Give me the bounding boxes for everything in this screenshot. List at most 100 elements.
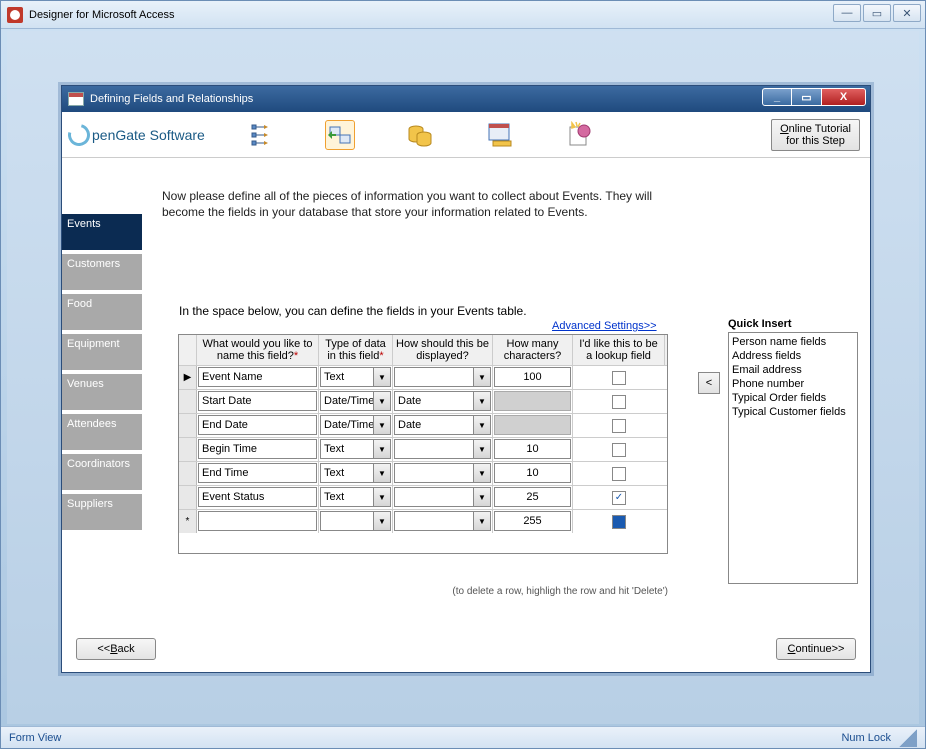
field-name-input[interactable] bbox=[198, 511, 317, 531]
chars-input[interactable] bbox=[494, 487, 571, 507]
quick-insert-item[interactable]: Email address bbox=[732, 363, 854, 377]
dialog-window: Defining Fields and Relationships _ ▭ X … bbox=[61, 85, 871, 673]
sidebar: Events Customers Food Equipment Venues Attend… bbox=[62, 214, 142, 534]
lookup-checkbox[interactable]: ✓ bbox=[612, 491, 626, 505]
outer-close-button[interactable]: ✕ bbox=[893, 4, 921, 22]
sidebar-item-suppliers[interactable]: Suppliers bbox=[62, 494, 142, 530]
grid-header: What would you like to name this field?*… bbox=[179, 335, 667, 365]
grid-row[interactable]: ▶ Text bbox=[179, 365, 667, 389]
display-select[interactable] bbox=[394, 463, 491, 483]
row-selector[interactable] bbox=[179, 414, 197, 437]
chars-input bbox=[494, 391, 571, 411]
field-name-input[interactable] bbox=[198, 415, 317, 435]
dialog-maximize-button[interactable]: ▭ bbox=[792, 88, 822, 106]
chars-input bbox=[494, 415, 571, 435]
sidebar-item-venues[interactable]: Venues bbox=[62, 374, 142, 410]
outer-body: Defining Fields and Relationships _ ▭ X … bbox=[7, 31, 919, 724]
sidebar-item-customers[interactable]: Customers bbox=[62, 254, 142, 290]
quick-insert-item[interactable]: Phone number bbox=[732, 377, 854, 391]
grid-row[interactable]: Text bbox=[179, 461, 667, 485]
chars-input[interactable] bbox=[494, 511, 571, 531]
lookup-checkbox[interactable] bbox=[612, 467, 626, 481]
quick-insert-item[interactable]: Typical Order fields bbox=[732, 391, 854, 405]
data-type-select[interactable]: Text bbox=[320, 487, 391, 507]
status-right: Num Lock bbox=[841, 732, 891, 744]
data-type-select[interactable]: Date/Time bbox=[320, 415, 391, 435]
row-selector[interactable] bbox=[179, 390, 197, 413]
toolbar-icon-4[interactable] bbox=[485, 120, 515, 150]
sidebar-item-attendees[interactable]: Attendees bbox=[62, 414, 142, 450]
outer-minimize-button[interactable]: — bbox=[833, 4, 861, 22]
sidebar-item-events[interactable]: Events bbox=[62, 214, 142, 250]
toolbar-icon-1[interactable] bbox=[245, 120, 275, 150]
quick-insert-arrow-button[interactable]: < bbox=[698, 372, 720, 394]
dialog-title-text: Defining Fields and Relationships bbox=[90, 93, 253, 105]
col-header-chars: How many characters? bbox=[493, 335, 573, 365]
row-selector[interactable] bbox=[179, 486, 197, 509]
toolbar-icon-2-selected[interactable] bbox=[325, 120, 355, 150]
toolbar: penGate Software Online Tutorialfor this… bbox=[62, 112, 870, 158]
lookup-checkbox[interactable] bbox=[612, 443, 626, 457]
chars-input[interactable] bbox=[494, 439, 571, 459]
display-select[interactable] bbox=[394, 367, 491, 387]
row-selector[interactable] bbox=[179, 438, 197, 461]
online-tutorial-button[interactable]: Online Tutorialfor this Step bbox=[771, 119, 860, 151]
quick-insert-item[interactable]: Person name fields bbox=[732, 335, 854, 349]
sidebar-item-food[interactable]: Food bbox=[62, 294, 142, 330]
fields-grid: What would you like to name this field?*… bbox=[178, 334, 668, 554]
instructions-text: Now please define all of the pieces of i… bbox=[162, 188, 692, 220]
toolbar-icon-3[interactable] bbox=[405, 120, 435, 150]
outer-window: Designer for Microsoft Access — ▭ ✕ Defi… bbox=[0, 0, 926, 749]
lookup-checkbox[interactable] bbox=[612, 371, 626, 385]
field-name-input[interactable] bbox=[198, 487, 317, 507]
display-select[interactable] bbox=[394, 511, 491, 531]
field-name-input[interactable] bbox=[198, 367, 317, 387]
display-select[interactable] bbox=[394, 487, 491, 507]
quick-insert-panel: Quick Insert Person name fieldsAddress f… bbox=[728, 318, 858, 584]
lookup-checkbox[interactable] bbox=[612, 419, 626, 433]
row-selector[interactable] bbox=[179, 462, 197, 485]
field-name-input[interactable] bbox=[198, 439, 317, 459]
display-select[interactable] bbox=[394, 439, 491, 459]
chars-input[interactable] bbox=[494, 367, 571, 387]
status-bar: Form View Num Lock bbox=[1, 726, 925, 748]
grid-row[interactable]: Text ✓ bbox=[179, 485, 667, 509]
lookup-checkbox[interactable] bbox=[612, 515, 626, 529]
toolbar-icon-5[interactable] bbox=[565, 120, 595, 150]
data-type-select[interactable]: Text bbox=[320, 463, 391, 483]
outer-maximize-button[interactable]: ▭ bbox=[863, 4, 891, 22]
quick-insert-list: Person name fieldsAddress fieldsEmail ad… bbox=[728, 332, 858, 584]
data-type-select[interactable]: Text bbox=[320, 367, 391, 387]
quick-insert-item[interactable]: Typical Customer fields bbox=[732, 405, 854, 419]
delete-hint: (to delete a row, highligh the row and h… bbox=[178, 586, 668, 597]
advanced-settings-link[interactable]: Advanced Settings>> bbox=[552, 320, 657, 332]
dialog-close-button[interactable]: X bbox=[822, 88, 866, 106]
grid-row[interactable]: Text bbox=[179, 437, 667, 461]
display-select[interactable]: Date bbox=[394, 391, 491, 411]
quick-insert-item[interactable]: Address fields bbox=[732, 349, 854, 363]
sidebar-item-equipment[interactable]: Equipment bbox=[62, 334, 142, 370]
quick-insert-title: Quick Insert bbox=[728, 318, 858, 330]
brand-logo-icon bbox=[64, 119, 94, 149]
display-select[interactable]: Date bbox=[394, 415, 491, 435]
chars-input[interactable] bbox=[494, 463, 571, 483]
dialog-minimize-button[interactable]: _ bbox=[762, 88, 792, 106]
field-name-input[interactable] bbox=[198, 391, 317, 411]
continue-button[interactable]: Continue>> bbox=[776, 638, 856, 660]
data-type-select[interactable]: Date/Time bbox=[320, 391, 391, 411]
lookup-checkbox[interactable] bbox=[612, 395, 626, 409]
dialog-titlebar: Defining Fields and Relationships _ ▭ X bbox=[62, 86, 870, 112]
dialog-icon bbox=[68, 92, 84, 106]
row-selector[interactable]: * bbox=[179, 510, 197, 533]
data-type-select[interactable] bbox=[320, 511, 391, 531]
grid-row[interactable]: Date/TimeDate bbox=[179, 413, 667, 437]
row-selector[interactable]: ▶ bbox=[179, 366, 197, 389]
grid-row[interactable]: Date/TimeDate bbox=[179, 389, 667, 413]
data-type-select[interactable]: Text bbox=[320, 439, 391, 459]
grid-row[interactable]: * bbox=[179, 509, 667, 533]
back-button[interactable]: <<Back bbox=[76, 638, 156, 660]
tutorial-btn-text: nline Tutorialfor this Step bbox=[786, 123, 851, 147]
resize-grip-icon[interactable] bbox=[899, 729, 917, 747]
field-name-input[interactable] bbox=[198, 463, 317, 483]
sidebar-item-coordinators[interactable]: Coordinators bbox=[62, 454, 142, 490]
